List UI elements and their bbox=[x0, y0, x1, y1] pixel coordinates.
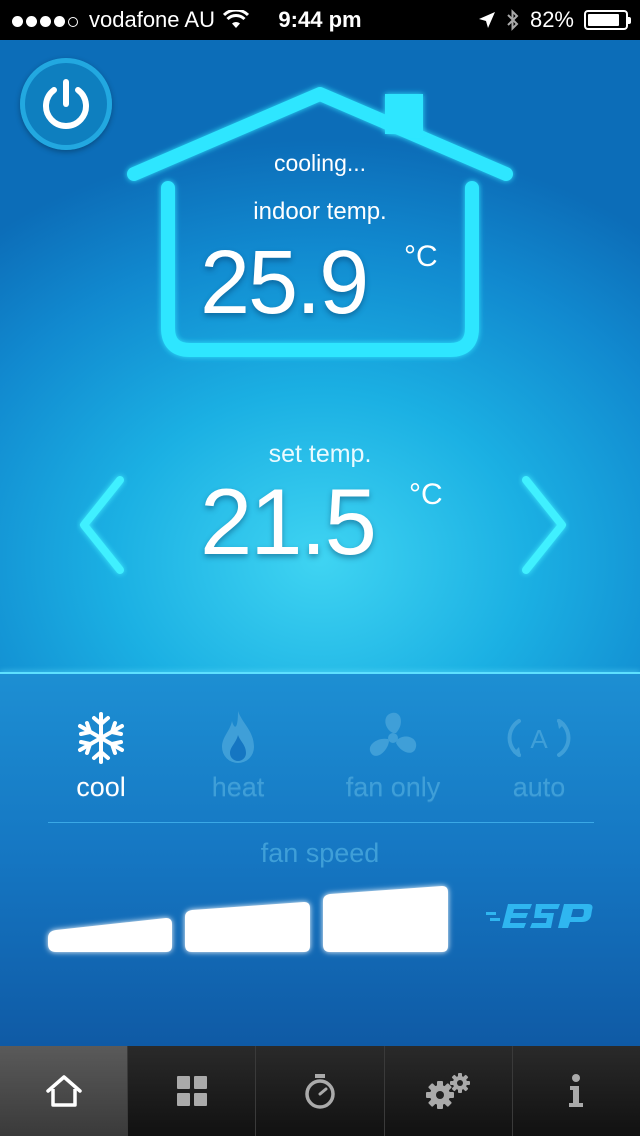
fan-speed-label: fan speed bbox=[260, 838, 380, 868]
mode-auto-label: auto bbox=[512, 772, 566, 802]
mode-auto-button[interactable]: A auto bbox=[479, 708, 599, 803]
info-icon bbox=[569, 1074, 584, 1107]
power-button[interactable] bbox=[20, 58, 112, 150]
grid-icon bbox=[176, 1076, 207, 1106]
indoor-temp-label: indoor temp. bbox=[253, 198, 387, 225]
indoor-temp-unit: °C bbox=[404, 240, 438, 273]
tab-home[interactable] bbox=[0, 1046, 128, 1136]
signal-icon bbox=[12, 7, 81, 33]
increase-temp-button[interactable] bbox=[512, 470, 572, 580]
set-temp-unit: °C bbox=[409, 478, 443, 511]
house-outline bbox=[120, 80, 520, 380]
tab-bar bbox=[0, 1046, 640, 1136]
tab-settings[interactable] bbox=[383, 1046, 512, 1136]
house-icon bbox=[127, 87, 513, 357]
tab-timer[interactable] bbox=[255, 1046, 383, 1136]
mode-fan-only-button[interactable]: fan only bbox=[333, 708, 453, 803]
snowflake-icon bbox=[78, 712, 124, 764]
location-arrow-icon bbox=[478, 12, 495, 28]
esp-logo bbox=[486, 904, 593, 928]
battery-icon bbox=[584, 10, 631, 30]
fan-speed-selector[interactable] bbox=[40, 880, 460, 970]
app-screen: vodafone AU 9:44 pm 82% cooling... indoo… bbox=[0, 0, 640, 1136]
fan-speed-high[interactable] bbox=[323, 886, 448, 952]
settings-icon bbox=[426, 1073, 471, 1109]
battery-percent: 82% bbox=[529, 7, 574, 32]
fan-speed-medium[interactable] bbox=[185, 902, 310, 952]
home-icon bbox=[45, 1075, 82, 1107]
bluetooth-icon bbox=[507, 9, 519, 31]
set-temp-value: 21.5 bbox=[200, 469, 377, 574]
carrier-name: vodafone AU bbox=[89, 7, 215, 32]
flame-icon bbox=[222, 711, 254, 763]
mode-heat-button[interactable]: heat bbox=[178, 708, 298, 803]
panel-separator bbox=[48, 822, 594, 823]
svg-text:A: A bbox=[530, 724, 548, 754]
mode-cool-button[interactable]: cool bbox=[41, 708, 161, 803]
indoor-temp-value: 25.9 bbox=[200, 233, 369, 333]
timer-icon bbox=[305, 1074, 335, 1109]
fan-speed-low[interactable] bbox=[48, 918, 172, 952]
tab-zones[interactable] bbox=[127, 1046, 255, 1136]
wifi-icon bbox=[222, 10, 249, 28]
status-bar: vodafone AU 9:44 pm 82% bbox=[0, 0, 640, 40]
mode-cool-label: cool bbox=[76, 772, 126, 802]
tab-info[interactable] bbox=[511, 1046, 640, 1136]
mode-fan-only-label: fan only bbox=[345, 772, 441, 802]
fan-icon bbox=[369, 712, 417, 756]
auto-icon: A bbox=[507, 719, 571, 757]
cooling-status: cooling... bbox=[273, 150, 367, 176]
mode-heat-label: heat bbox=[211, 772, 265, 802]
power-icon bbox=[43, 79, 89, 129]
decrease-temp-button[interactable] bbox=[74, 470, 134, 580]
set-temp-label: set temp. bbox=[268, 440, 372, 468]
